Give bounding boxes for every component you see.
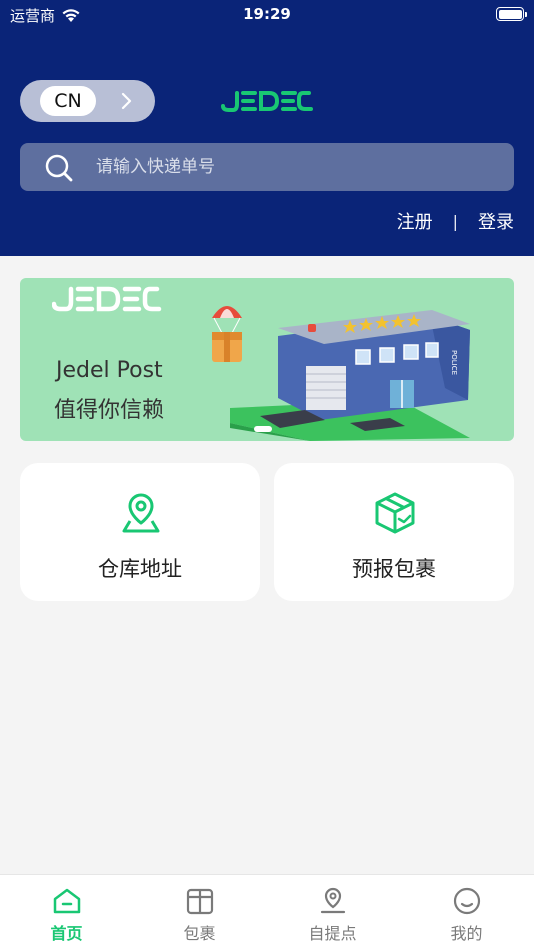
tab-packages[interactable]: 包裹: [133, 875, 266, 950]
header: 运营商 19:29 CN 注册: [0, 0, 534, 256]
banner-title: Jedel Post: [56, 358, 163, 383]
banner-subtitle: 值得你信赖: [54, 398, 165, 423]
search-icon: [45, 154, 73, 182]
status-bar: 运营商 19:29: [0, 0, 534, 30]
language-code: CN: [40, 86, 96, 116]
home-icon: [53, 888, 81, 914]
tab-profile-label: 我的: [450, 924, 483, 943]
tab-pickup-points[interactable]: 自提点: [266, 875, 399, 950]
location-pin-icon: [122, 493, 160, 533]
building-sign: POLICE: [450, 350, 458, 375]
pickup-point-icon: [320, 887, 346, 914]
battery-icon: [496, 7, 527, 21]
chevron-right-icon: [121, 92, 132, 110]
login-link[interactable]: 登录: [478, 208, 514, 234]
promo-banner[interactable]: Jedel Post 值得你信赖 POLICE: [20, 278, 514, 441]
carousel-indicator[interactable]: [254, 426, 272, 432]
package-icon: [186, 888, 214, 915]
profile-smile-icon: [453, 887, 481, 915]
jedel-logo: [221, 91, 313, 112]
auth-separator: |: [452, 211, 458, 231]
tab-pickup-points-label: 自提点: [308, 924, 357, 943]
tab-profile[interactable]: 我的: [400, 875, 533, 950]
tracking-number-input[interactable]: [96, 143, 496, 191]
register-link[interactable]: 注册: [397, 208, 433, 234]
banner-jedel-logo: [52, 286, 162, 312]
language-switcher[interactable]: CN: [20, 80, 155, 122]
package-box-icon: [375, 492, 415, 534]
tab-home-label: 首页: [50, 924, 83, 943]
clock: 19:29: [243, 5, 291, 23]
tab-home[interactable]: 首页: [0, 875, 133, 950]
parachute-package-icon: [212, 306, 242, 362]
bottom-tab-bar: 首页 包裹 自提点 我的: [0, 874, 534, 950]
auth-links: 注册 | 登录: [397, 208, 514, 234]
warehouse-address-card[interactable]: 仓库地址: [20, 463, 260, 601]
warehouse-illustration: POLICE: [212, 306, 470, 441]
search-bar[interactable]: [20, 143, 514, 191]
tab-packages-label: 包裹: [183, 924, 216, 943]
forecast-package-card[interactable]: 预报包裹: [274, 463, 514, 601]
warehouse-address-label: 仓库地址: [98, 557, 182, 581]
forecast-package-label: 预报包裹: [352, 557, 436, 581]
